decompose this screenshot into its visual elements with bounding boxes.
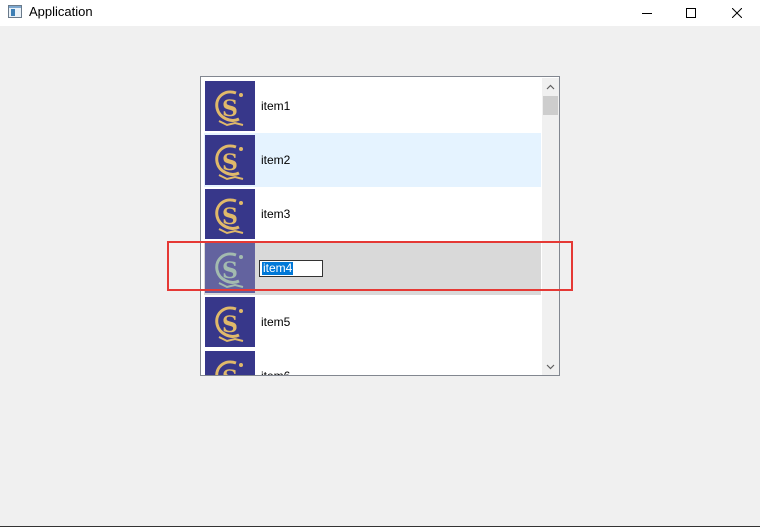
dragon-emblem-icon: S bbox=[205, 81, 255, 131]
scrollbar-thumb[interactable] bbox=[543, 96, 558, 115]
minimize-icon bbox=[642, 13, 652, 14]
maximize-button[interactable] bbox=[668, 0, 714, 26]
scroll-down-button[interactable] bbox=[542, 358, 559, 375]
chevron-up-icon bbox=[546, 84, 555, 89]
list-item[interactable]: S item2 bbox=[204, 133, 541, 187]
list-item[interactable]: S item6 bbox=[204, 349, 541, 376]
list-item-label: item6 bbox=[261, 369, 291, 376]
svg-text:S: S bbox=[222, 96, 238, 122]
scroll-up-button[interactable] bbox=[542, 78, 559, 95]
application-window: Application S item1 S item2 S item3 S it… bbox=[0, 0, 760, 527]
list-item-label: item3 bbox=[261, 207, 291, 221]
vertical-scrollbar[interactable] bbox=[542, 78, 559, 375]
title-bar[interactable]: Application bbox=[0, 0, 760, 26]
dragon-emblem-icon: S bbox=[205, 135, 255, 185]
list-item-label: item1 bbox=[261, 99, 291, 113]
list-item[interactable]: S item5 bbox=[204, 295, 541, 349]
dragon-emblem-icon: S bbox=[205, 297, 255, 347]
list-item[interactable]: S item1 bbox=[204, 79, 541, 133]
annotation-highlight-box bbox=[167, 241, 573, 291]
svg-text:S: S bbox=[222, 150, 238, 176]
svg-text:S: S bbox=[222, 366, 238, 376]
list-item-label: item5 bbox=[261, 315, 291, 329]
dragon-emblem-icon: S bbox=[205, 189, 255, 239]
icon-list-view[interactable]: S item1 S item2 S item3 S item4 S item5 … bbox=[200, 76, 560, 376]
list-item-label: item2 bbox=[261, 153, 291, 167]
app-window-icon bbox=[8, 5, 22, 18]
maximize-icon bbox=[686, 8, 696, 18]
minimize-button[interactable] bbox=[624, 0, 670, 26]
close-icon bbox=[732, 8, 742, 18]
chevron-down-icon bbox=[546, 364, 555, 369]
svg-text:S: S bbox=[222, 312, 238, 338]
list-item[interactable]: S item3 bbox=[204, 187, 541, 241]
window-title: Application bbox=[29, 4, 93, 19]
close-button[interactable] bbox=[714, 0, 760, 26]
svg-text:S: S bbox=[222, 204, 238, 230]
dragon-emblem-icon: S bbox=[205, 351, 255, 376]
